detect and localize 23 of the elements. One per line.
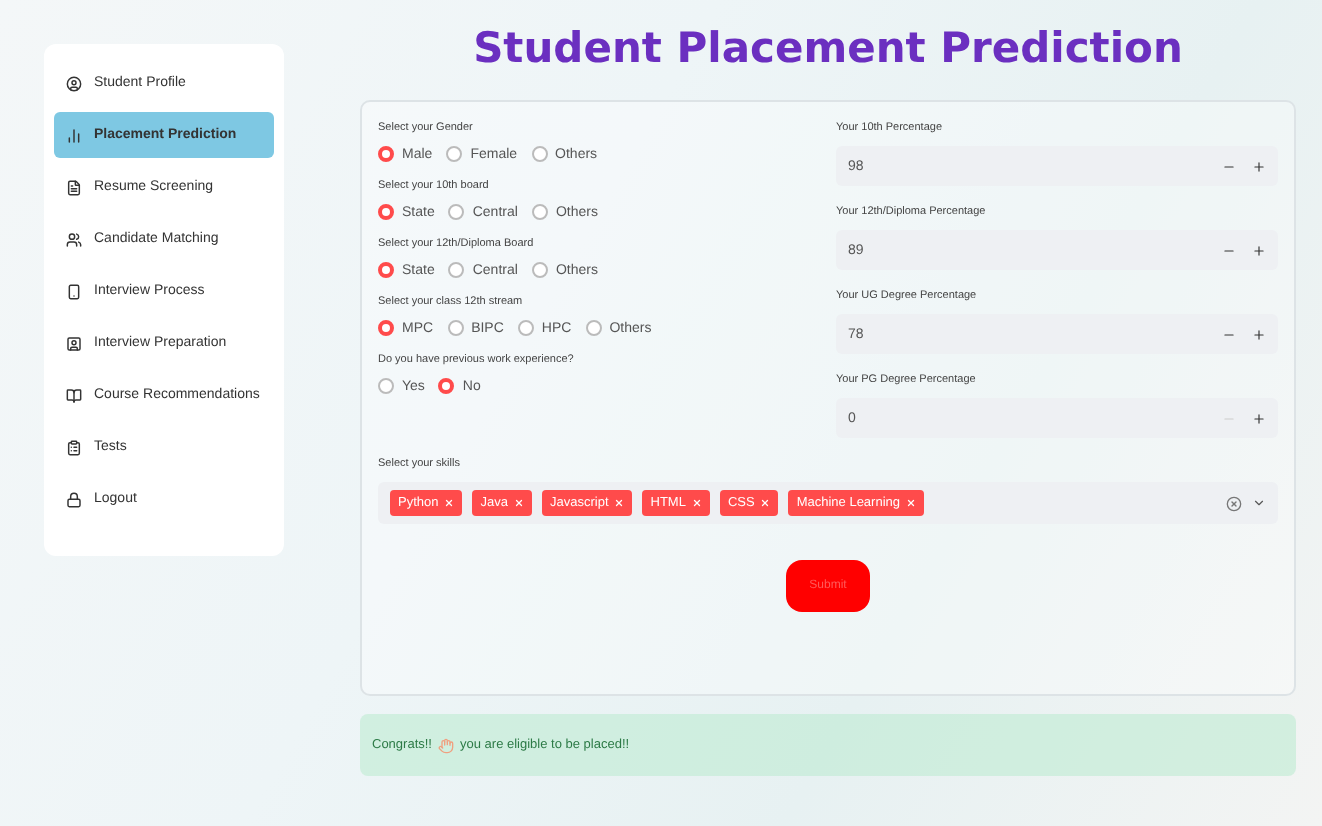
remove-icon[interactable] xyxy=(513,498,524,508)
menu-item-icon xyxy=(66,231,82,247)
page-title: Student Placement Prediction xyxy=(471,24,1185,72)
menu-item-icon xyxy=(66,75,82,91)
remove-icon[interactable] xyxy=(906,498,917,508)
clear-icon[interactable] xyxy=(1226,495,1242,511)
plus-icon[interactable] xyxy=(1252,411,1266,425)
remove-icon[interactable] xyxy=(691,498,702,508)
plus-icon[interactable] xyxy=(1252,159,1266,173)
remove-icon[interactable] xyxy=(760,498,771,508)
chevron-down-icon[interactable] xyxy=(1252,496,1266,510)
menu-item-icon xyxy=(66,127,82,143)
hand-icon xyxy=(438,737,454,753)
plus-icon[interactable] xyxy=(1252,327,1266,341)
menu-item-icon xyxy=(66,491,82,507)
plus-icon[interactable] xyxy=(1252,243,1266,257)
menu-item-icon xyxy=(66,439,82,455)
menu-item-icon xyxy=(66,179,82,195)
remove-icon[interactable] xyxy=(444,498,455,508)
menu-item-icon xyxy=(66,335,82,351)
menu-item-icon xyxy=(66,387,82,403)
remove-icon[interactable] xyxy=(614,498,625,508)
menu-item-icon xyxy=(66,283,82,299)
